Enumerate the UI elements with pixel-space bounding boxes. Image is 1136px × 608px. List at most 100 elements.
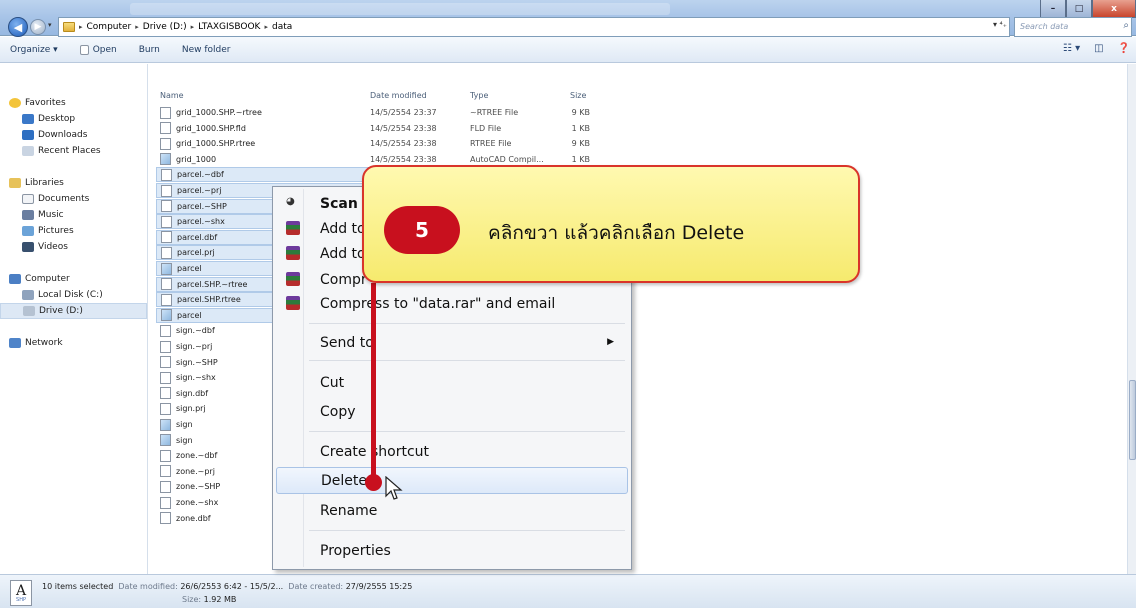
nav-documents[interactable]: Documents bbox=[0, 191, 147, 207]
file-size: 9 KB bbox=[571, 108, 590, 117]
file-icon bbox=[160, 465, 171, 478]
file-name: sign bbox=[176, 420, 193, 429]
nav-local-disk-c[interactable]: Local Disk (C:) bbox=[0, 287, 147, 303]
file-icon bbox=[161, 184, 172, 197]
breadcrumb-separator-icon: ▸ bbox=[135, 23, 139, 31]
shapefile-icon bbox=[160, 434, 171, 447]
file-name: sign bbox=[176, 435, 193, 445]
forward-button[interactable]: ▶ bbox=[30, 19, 46, 35]
address-bar[interactable]: ▸ Computer ▸ Drive (D:) ▸ LTAXGISBOOK ▸ … bbox=[58, 17, 1010, 37]
file-row[interactable]: grid_1000.SHP.~rtree 14/5/2554 23:37 ~RTRE… bbox=[156, 105, 601, 120]
breadcrumb-drive-d[interactable]: Drive (D:) bbox=[143, 22, 187, 32]
menu-item-label: Delete bbox=[321, 472, 367, 489]
back-button[interactable]: ◀ bbox=[8, 17, 28, 37]
column-header-size[interactable]: Size bbox=[570, 91, 586, 100]
burn-button[interactable]: Burn bbox=[139, 45, 160, 55]
organize-button[interactable]: Organize ▾ bbox=[10, 45, 58, 55]
nav-downloads[interactable]: Downloads bbox=[0, 127, 147, 143]
nav-computer[interactable]: Computer bbox=[0, 271, 147, 287]
nav-libraries[interactable]: Libraries bbox=[0, 175, 147, 191]
column-header-date[interactable]: Date modified bbox=[370, 91, 427, 100]
menu-item-label: Cut bbox=[320, 374, 345, 391]
views-icon[interactable]: ☷ ▾ bbox=[1063, 43, 1080, 54]
breadcrumb-separator-icon: ▸ bbox=[79, 23, 83, 31]
column-header-type[interactable]: Type bbox=[470, 91, 488, 100]
history-dropdown-icon[interactable]: ▾ bbox=[48, 21, 52, 29]
file-icon bbox=[161, 231, 172, 244]
file-size: 1 KB bbox=[571, 123, 590, 133]
nav-network[interactable]: Network bbox=[0, 335, 147, 351]
file-name: parcel.~SHP bbox=[177, 201, 227, 211]
open-button[interactable]: Open bbox=[79, 44, 117, 55]
file-name: zone.~SHP bbox=[176, 482, 221, 492]
close-button[interactable]: x bbox=[1092, 0, 1136, 18]
menu-item-label: Properties bbox=[320, 542, 391, 559]
nav-label: Pictures bbox=[38, 226, 74, 236]
file-type: RTREE File bbox=[470, 139, 512, 149]
menu-item-delete[interactable]: Delete bbox=[276, 467, 628, 494]
help-icon[interactable]: ❓ bbox=[1118, 43, 1130, 54]
nav-drive-d[interactable]: Drive (D:) bbox=[0, 303, 147, 319]
menu-item-copy[interactable]: Copy bbox=[276, 398, 628, 425]
breadcrumb-ltaxgisbook[interactable]: LTAXGISBOOK bbox=[198, 22, 260, 32]
breadcrumb-data[interactable]: data bbox=[272, 22, 292, 32]
music-icon bbox=[22, 210, 34, 220]
vertical-scrollbar[interactable] bbox=[1127, 64, 1136, 574]
file-name: zone.~prj bbox=[176, 466, 215, 476]
nav-favorites[interactable]: Favorites bbox=[0, 95, 147, 111]
file-type: ~RTREE File bbox=[470, 108, 519, 117]
file-icon bbox=[160, 512, 171, 525]
address-dropdown-refresh-icon[interactable]: ▾ ⁴₊ bbox=[993, 20, 1007, 29]
winrar-icon bbox=[286, 272, 300, 286]
menu-item-cut[interactable]: Cut bbox=[276, 369, 628, 396]
file-name: zone.dbf bbox=[176, 513, 211, 523]
file-size: 1 KB bbox=[571, 154, 590, 164]
search-icon[interactable]: ⌕ bbox=[1123, 20, 1129, 31]
file-icon bbox=[160, 449, 171, 462]
shapefile-icon bbox=[161, 309, 172, 322]
shapefile-icon bbox=[160, 153, 171, 166]
file-type: FLD File bbox=[470, 123, 502, 133]
nav-desktop[interactable]: Desktop bbox=[0, 111, 147, 127]
file-icon bbox=[160, 324, 171, 337]
star-icon bbox=[9, 98, 21, 108]
maximize-button[interactable]: □ bbox=[1066, 0, 1092, 18]
search-placeholder: Search data bbox=[1020, 22, 1069, 31]
file-icon bbox=[160, 480, 171, 493]
search-input[interactable]: Search data ⌕ bbox=[1014, 17, 1132, 37]
nav-videos[interactable]: Videos bbox=[0, 239, 147, 255]
file-icon bbox=[160, 122, 171, 135]
file-row[interactable]: grid_1000.SHP.rtree 14/5/2554 23:38 RTREE … bbox=[156, 136, 601, 151]
menu-item-create-shortcut[interactable]: Create shortcut bbox=[276, 438, 628, 465]
file-name: parcel.~dbf bbox=[177, 170, 224, 180]
file-name: sign.dbf bbox=[176, 388, 209, 398]
nav-recent-places[interactable]: Recent Places bbox=[0, 143, 147, 159]
preview-pane-icon[interactable]: ◫ bbox=[1094, 43, 1103, 54]
file-name: sign.prj bbox=[176, 404, 206, 414]
winrar-icon bbox=[286, 246, 300, 260]
file-icon bbox=[160, 496, 171, 509]
nav-music[interactable]: Music bbox=[0, 207, 147, 223]
submenu-arrow-icon: ▶ bbox=[607, 337, 614, 347]
documents-icon bbox=[22, 194, 34, 204]
file-name: grid_1000.SHP.~rtree bbox=[176, 108, 262, 117]
column-header-name[interactable]: Name bbox=[160, 91, 184, 100]
new-folder-button[interactable]: New folder bbox=[182, 45, 231, 55]
mouse-pointer-icon bbox=[385, 476, 403, 500]
menu-item-properties[interactable]: Properties bbox=[276, 537, 628, 564]
menu-item-send-to[interactable]: Send to ▶ bbox=[276, 329, 628, 356]
scrollbar-thumb[interactable] bbox=[1129, 380, 1136, 460]
file-icon bbox=[161, 246, 172, 259]
breadcrumb-computer[interactable]: Computer bbox=[87, 22, 132, 32]
minimize-button[interactable]: – bbox=[1040, 0, 1066, 18]
menu-item-rename[interactable]: Rename bbox=[276, 497, 628, 524]
nav-pictures[interactable]: Pictures bbox=[0, 223, 147, 239]
size-label: Size: bbox=[182, 595, 202, 604]
nav-label: Desktop bbox=[38, 114, 76, 124]
menu-item-compress-data-rar-email[interactable]: Compress to "data.rar" and email bbox=[276, 290, 628, 317]
menu-item-label: Add to bbox=[320, 220, 366, 237]
file-row[interactable]: grid_1000.SHP.fld 14/5/2554 23:38 FLD File… bbox=[156, 121, 601, 136]
